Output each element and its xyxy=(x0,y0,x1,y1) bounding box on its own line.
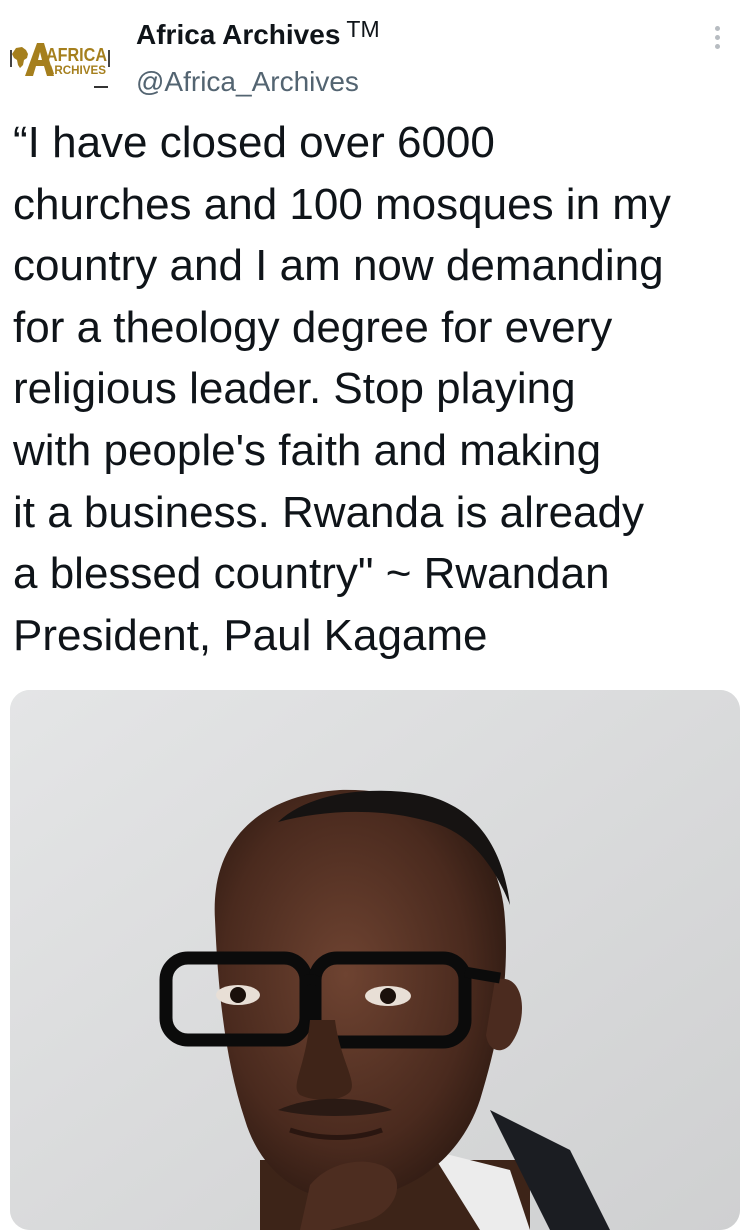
tweet-card: AFRICA ARCHIVES Africa Archives TM @Afric… xyxy=(0,0,756,1230)
tweet-text-line: President, Paul Kagame xyxy=(13,610,488,660)
trademark-symbol: TM xyxy=(346,16,380,42)
tweet-text-line: religious leader. Stop playing xyxy=(13,364,576,414)
tweet-text-line: with people's faith and making xyxy=(13,425,602,475)
tweet-text-line: a blessed country" ~ Rwandan xyxy=(13,549,610,599)
account-handle[interactable]: @Africa_Archives xyxy=(136,62,359,102)
account-avatar[interactable]: AFRICA ARCHIVES xyxy=(8,10,112,114)
tweet-text-line: “I have closed over 6000 xyxy=(13,118,495,167)
account-display-name-row[interactable]: Africa Archives TM xyxy=(136,15,380,56)
tweet-photo[interactable] xyxy=(10,690,740,1230)
tweet-text-line: churches and 100 mosques in my xyxy=(13,179,671,229)
logo-line1: AFRICA xyxy=(46,45,107,65)
tweet-text: “I have closed over 6000 churches and 10… xyxy=(13,112,748,666)
africa-archives-logo-icon: AFRICA ARCHIVES xyxy=(10,43,110,77)
logo-line2: ARCHIVES xyxy=(46,63,106,77)
portrait-photo xyxy=(10,690,740,1230)
logo-divider xyxy=(94,86,108,88)
tweet-text-line: for a theology degree for every xyxy=(13,302,613,352)
tweet-text-line: it a business. Rwanda is already xyxy=(13,487,644,537)
account-display-name[interactable]: Africa Archives xyxy=(136,19,340,50)
tweet-text-line: country and I am now demanding xyxy=(13,241,664,291)
more-options-button[interactable] xyxy=(700,18,736,58)
